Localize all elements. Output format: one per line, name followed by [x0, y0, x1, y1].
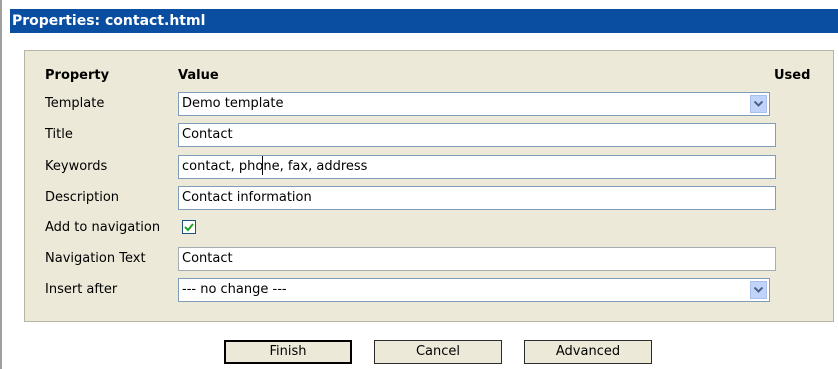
label-title: Title [45, 127, 73, 142]
add-to-navigation-checkbox[interactable] [182, 220, 196, 234]
label-keywords: Keywords [45, 159, 108, 174]
header-value: Value [178, 68, 219, 83]
description-field[interactable]: Contact information [178, 186, 776, 210]
label-insert-after: Insert after [45, 282, 118, 297]
insert-after-select[interactable]: --- no change --- [178, 278, 770, 302]
navigation-text-field[interactable]: Contact [178, 247, 776, 271]
cancel-button[interactable]: Cancel [374, 340, 502, 364]
chevron-down-icon[interactable] [750, 281, 767, 299]
advanced-button[interactable]: Advanced [524, 340, 652, 364]
chevron-down-icon[interactable] [750, 95, 767, 113]
label-description: Description [45, 190, 120, 205]
checkmark-icon [184, 223, 194, 232]
keywords-field[interactable]: contact, phone, fax, address [178, 155, 776, 179]
finish-button[interactable]: Finish [224, 340, 352, 364]
label-navigation-text: Navigation Text [45, 251, 146, 266]
label-add-to-navigation: Add to navigation [45, 220, 161, 235]
text-caret [262, 156, 263, 175]
label-template: Template [45, 96, 105, 111]
properties-window: Properties: contact.html Property Value … [0, 0, 838, 369]
title-field[interactable]: Contact [178, 123, 776, 147]
header-property: Property [45, 68, 110, 83]
window-title: Properties: contact.html [10, 9, 838, 33]
template-value: Demo template [182, 96, 284, 111]
header-used: Used [774, 68, 811, 83]
template-select[interactable]: Demo template [178, 92, 770, 116]
insert-after-value: --- no change --- [182, 282, 287, 297]
